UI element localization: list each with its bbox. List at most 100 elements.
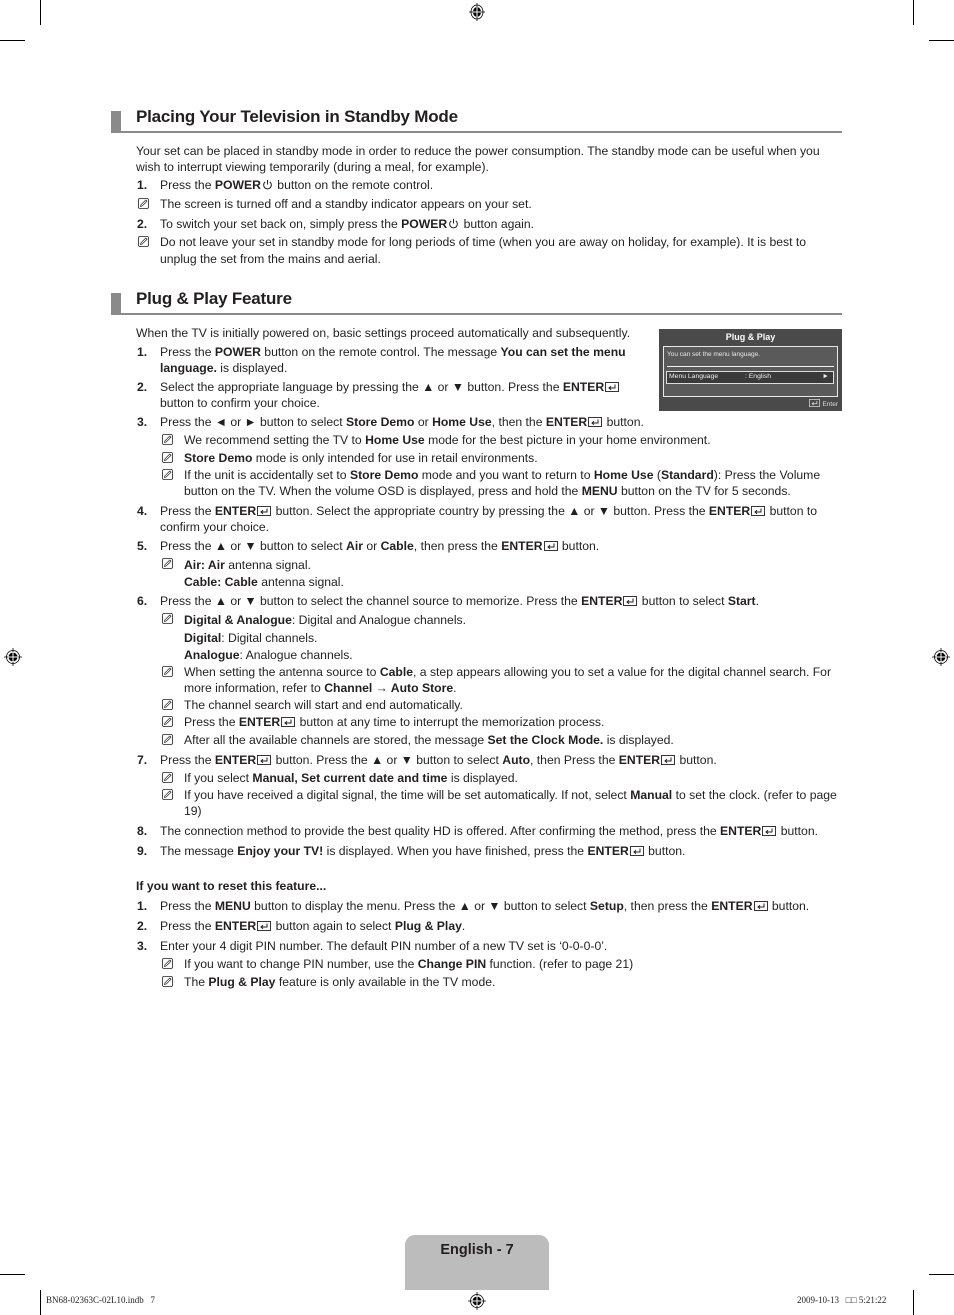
note-icon bbox=[138, 198, 149, 209]
section-bar bbox=[111, 111, 121, 131]
bold-text: MENU bbox=[581, 483, 618, 498]
plugplay-step-6-note-5: After all the available channels are sto… bbox=[184, 733, 674, 749]
bold-text: Store Demo bbox=[346, 415, 415, 429]
plugplay-intro: When the TV is initially powered on, bas… bbox=[136, 326, 631, 340]
text: If you want to change PIN number, use th… bbox=[184, 957, 418, 971]
enter-icon bbox=[588, 417, 603, 427]
plugplay-step-1: Press the POWER button on the remote con… bbox=[160, 345, 640, 376]
page-number: English - 7 bbox=[440, 1242, 514, 1258]
step-number: 5. bbox=[137, 539, 148, 553]
text: : Digital and Analogue channels. bbox=[291, 613, 467, 627]
text: . bbox=[755, 594, 760, 608]
plugplay-step-6-note-3: The channel search will start and end au… bbox=[184, 698, 463, 712]
note-icon bbox=[162, 772, 173, 783]
text: Do not leave your set in standby mode fo… bbox=[160, 235, 807, 249]
text: is displayed. When you have finished, pr… bbox=[323, 844, 588, 858]
text: or bbox=[362, 539, 381, 553]
crop-mark bbox=[929, 1274, 954, 1275]
bold-text: Store Demo bbox=[349, 468, 419, 482]
text: ( bbox=[653, 468, 661, 482]
text: , then Press the bbox=[530, 753, 619, 767]
bold-text: Start bbox=[727, 594, 756, 608]
note-line: Digital: Digital channels. bbox=[184, 630, 466, 648]
plugplay-step-7-note-1: If you select Manual, Set current date a… bbox=[184, 771, 518, 787]
enter-icon bbox=[605, 382, 620, 392]
enter-icon bbox=[281, 717, 296, 727]
text: mode and you want to return to bbox=[418, 468, 594, 482]
crop-mark bbox=[40, 0, 41, 25]
enter-label: ENTER bbox=[711, 899, 753, 913]
step-number: 7. bbox=[137, 753, 148, 767]
text: We recommend setting the TV to bbox=[184, 433, 366, 447]
text: Press the bbox=[160, 345, 215, 359]
intro-line: wish to interrupt viewing temporarily (d… bbox=[136, 160, 489, 174]
enter-label: ENTER bbox=[562, 380, 605, 394]
bold-text: Store Demo bbox=[184, 451, 253, 465]
standby-step-1: Press the POWER button on the remote con… bbox=[160, 178, 433, 194]
text: button. bbox=[676, 753, 717, 767]
enter-label: ENTER bbox=[720, 824, 762, 838]
osd-menu-language-row[interactable]: Menu Language : English ► bbox=[666, 371, 834, 384]
osd-footer-label: Enter bbox=[822, 401, 838, 408]
power-icon bbox=[448, 218, 459, 229]
note-icon bbox=[162, 716, 173, 727]
power-label: POWER bbox=[214, 178, 261, 192]
step-number: 8. bbox=[137, 824, 148, 838]
text: . bbox=[453, 680, 457, 695]
enter-icon bbox=[257, 506, 272, 516]
step-number: 3. bbox=[137, 939, 148, 953]
note-line: Digital & Analogue: Digital and Analogue… bbox=[184, 612, 466, 630]
reset-step-3-note-1: If you want to change PIN number, use th… bbox=[184, 957, 633, 973]
text: button. bbox=[768, 899, 810, 913]
text: confirm your choice. bbox=[160, 519, 270, 534]
osd-title: Plug & Play bbox=[725, 332, 776, 342]
step-number: 6. bbox=[137, 594, 148, 608]
text: button on the TV for 5 seconds. bbox=[617, 483, 791, 498]
text: Press the ◄ or ► button to select bbox=[160, 415, 347, 429]
text: mode for the best picture in your home e… bbox=[424, 433, 711, 447]
bold-text: Channel → Auto Store bbox=[324, 680, 454, 695]
text: button to select bbox=[638, 594, 728, 608]
plugplay-step-8: The connection method to provide the bes… bbox=[160, 824, 818, 840]
bold-text: Air bbox=[346, 539, 363, 553]
registration-mark-icon bbox=[468, 1292, 486, 1310]
enter-icon bbox=[751, 506, 766, 516]
reset-step-1: Press the MENU button to display the men… bbox=[160, 899, 809, 915]
text: button. Select the appropriate country b… bbox=[272, 504, 709, 518]
text: Press the bbox=[160, 919, 215, 933]
note-icon bbox=[162, 452, 173, 463]
note-icon bbox=[162, 789, 173, 800]
bold-text: Air: Air bbox=[184, 558, 225, 572]
enter-label: ENTER bbox=[214, 919, 257, 933]
enter-icon bbox=[543, 541, 558, 551]
text: button. Press the ▲ or ▼ button to selec… bbox=[272, 753, 503, 767]
text: Select the appropriate language by press… bbox=[160, 380, 563, 394]
text: , then press the bbox=[623, 899, 712, 913]
bold-text: Set the Clock Mode. bbox=[487, 733, 604, 747]
enter-icon bbox=[762, 826, 777, 836]
text: button. bbox=[777, 824, 819, 838]
text: 19) bbox=[184, 803, 202, 818]
text: to set the clock. (refer to page bbox=[672, 788, 837, 802]
step-number: 9. bbox=[137, 844, 148, 858]
text: The message bbox=[160, 844, 238, 858]
crop-mark bbox=[913, 0, 914, 25]
text: button to confirm your choice. bbox=[160, 395, 320, 410]
registration-mark-icon bbox=[4, 648, 22, 666]
right-arrow-icon: ► bbox=[822, 373, 829, 380]
text: If you have received a digital signal, t… bbox=[184, 788, 631, 802]
enter-label: ENTER bbox=[708, 504, 751, 518]
plugplay-step-3-note-2: Store Demo mode is only intended for use… bbox=[184, 451, 538, 467]
text: button. bbox=[603, 415, 644, 429]
bold-text: Manual, Set current date and time bbox=[252, 771, 448, 785]
text: The bbox=[184, 975, 209, 989]
osd-screen: Plug & Play You can set the menu languag… bbox=[659, 329, 842, 411]
plugplay-step-4: Press the ENTER button. Select the appro… bbox=[160, 504, 817, 535]
enter-icon bbox=[753, 901, 768, 911]
enter-icon bbox=[623, 596, 638, 606]
bold-text: Digital bbox=[184, 630, 222, 645]
registration-mark-icon bbox=[932, 648, 950, 666]
enter-label: ENTER bbox=[545, 415, 588, 429]
text: Press the bbox=[184, 715, 239, 729]
text: button at any time to interrupt the memo… bbox=[296, 715, 605, 729]
